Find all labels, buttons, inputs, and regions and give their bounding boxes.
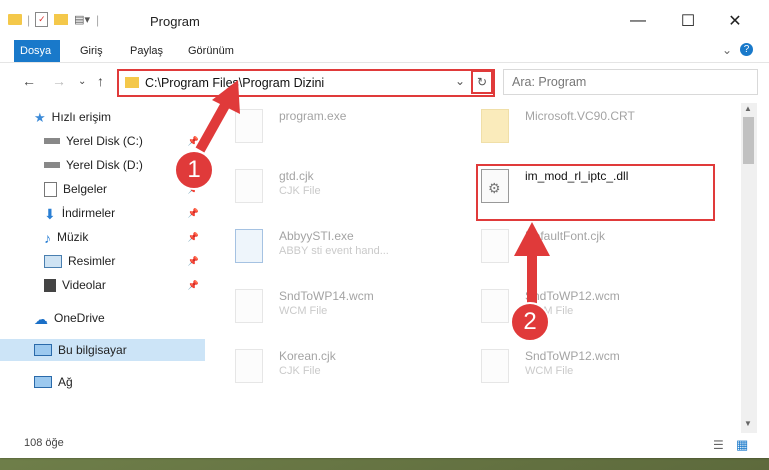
explorer-window: | ✓ ▤▾ | Program — ☐ ✕ Dosya Giriş Payla… <box>0 0 769 458</box>
details-view-icon[interactable]: ☰ <box>713 438 724 452</box>
step-badge-2: 2 <box>510 302 550 342</box>
item-count: 108 öğe <box>24 437 64 449</box>
step-badge-1: 1 <box>174 150 214 190</box>
annotation-arrows <box>195 80 550 310</box>
arrow-1-shaft <box>195 97 233 153</box>
large-icons-view-icon[interactable]: ▦ <box>736 437 748 453</box>
arrow-2-head <box>514 222 550 256</box>
status-bar: 108 öğe ☰ ▦ <box>0 433 769 458</box>
